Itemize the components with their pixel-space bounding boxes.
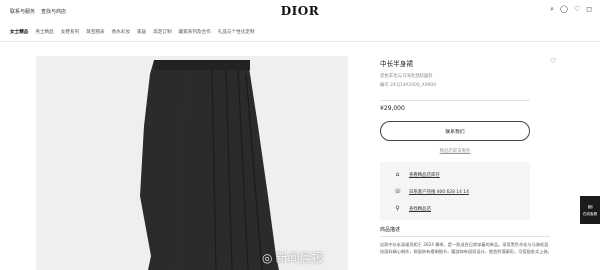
service-label: 查找精品店 [409, 206, 431, 212]
nav-item-shoes[interactable]: 女鞋系列 [61, 29, 79, 35]
store-icon: ⌂ [395, 171, 400, 178]
product-material: 黑色羊毛与马海毛混纺面料 [380, 74, 433, 79]
pin-icon: ⚲ [395, 205, 400, 212]
nav-item-gifts[interactable]: 礼品与个性化定制 [218, 29, 255, 35]
heart-icon[interactable]: ♡ [574, 6, 580, 13]
phone-icon: ☏ [394, 188, 402, 195]
service-row-stock[interactable]: ⌂ 查看精品店库存 [394, 171, 440, 178]
contact-us-button[interactable]: 联系我们 [380, 121, 530, 141]
nav-item-jewelry[interactable]: 珠宝腕表 [86, 29, 104, 35]
watermark: ◎ 新闻晨报 [262, 249, 324, 266]
service-info-box: ⌂ 查看精品店库存 ☏ 日系客户热线 400 628 14 14 ⚲ 查找精品店 [380, 162, 530, 220]
chat-label: 在线客服 [582, 211, 598, 216]
weibo-icon: ◎ [262, 250, 273, 265]
nav-item-beauty[interactable]: 香水彩妆 [112, 29, 130, 35]
description-divider [380, 236, 550, 237]
search-icon[interactable]: ⌕ [550, 6, 554, 13]
nav-item-men[interactable]: 男士精品 [35, 29, 53, 35]
user-icon[interactable]: ◯ [560, 6, 568, 13]
watermark-text: 新闻晨报 [275, 251, 324, 265]
service-row-hotline[interactable]: ☏ 日系客户热线 400 628 14 14 [394, 188, 469, 195]
product-price: ¥29,000 [380, 105, 405, 112]
nav-item-home[interactable]: 家居 [137, 29, 146, 35]
top-bar: 联系与服务 查找与商店 DIOR ⌕ ◯ ♡ ◻ [0, 0, 600, 22]
service-row-store-finder[interactable]: ⚲ 查找精品店 [394, 205, 431, 212]
skirt-image [140, 60, 279, 270]
product-details: 中长半身裙 黑色羊毛与马海毛混纺面料 编号 241J14A1000_X9000 [380, 58, 530, 88]
chat-icon: ✉ [587, 203, 593, 211]
description-title: 商品描述 [380, 227, 401, 233]
product-image[interactable] [36, 56, 348, 270]
nav-item-women[interactable]: 女士精品 [10, 29, 28, 35]
bag-icon[interactable]: ◻ [586, 6, 592, 13]
brand-logo[interactable]: DIOR [0, 4, 600, 18]
main-nav: 女士精品 男士精品 女鞋系列 珠宝腕表 香水彩妆 家居 高定订制 藏家系列及合作… [0, 22, 600, 42]
nav-item-couture[interactable]: 高定订制 [153, 29, 171, 35]
divider [380, 100, 530, 101]
chat-button[interactable]: ✉ 在线客服 [580, 196, 600, 224]
header-icons: ⌕ ◯ ♡ ◻ [550, 6, 592, 13]
store-pickup-link[interactable]: 精品店取货服务 [380, 148, 530, 154]
nav-item-collectors[interactable]: 藏家系列及合作 [179, 29, 211, 35]
description-text: 这款中长半身裙亮相于 2024 春季，是一款适合日常穿着的单品。采用黑色羊毛与马… [380, 242, 552, 254]
service-label: 查看精品店库存 [409, 172, 440, 178]
service-label: 日系客户热线 400 628 14 14 [409, 189, 469, 195]
product-code: 编号 241J14A1000_X9000 [380, 83, 436, 88]
product-title: 中长半身裙 [380, 60, 413, 68]
wishlist-heart-icon[interactable]: ♡ [550, 57, 556, 65]
